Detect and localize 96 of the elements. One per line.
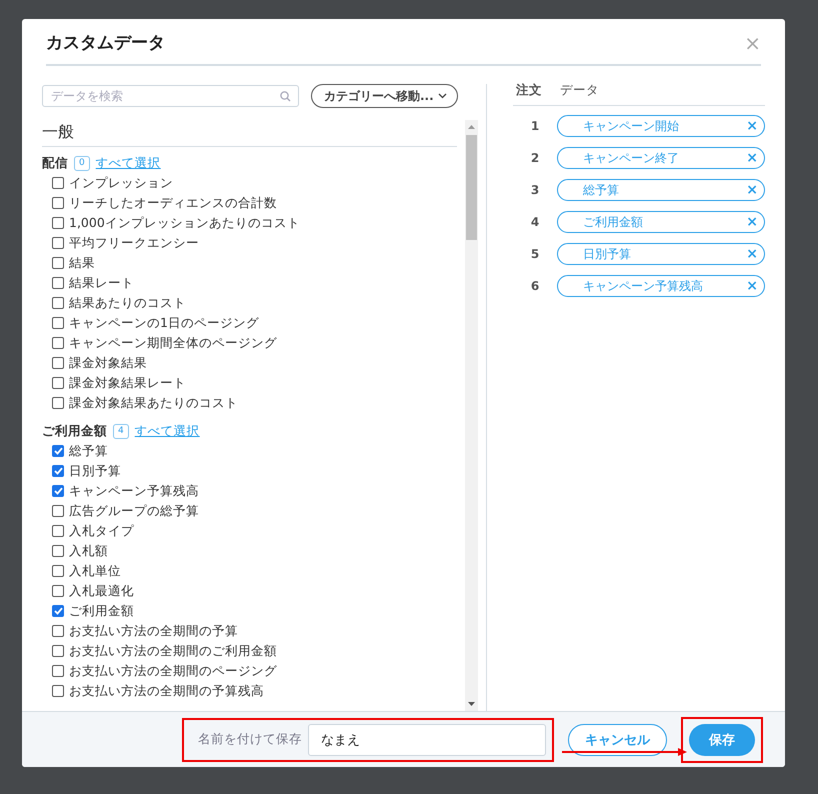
save-button[interactable]: 保存 xyxy=(689,724,755,756)
scroll-down-icon[interactable] xyxy=(468,702,475,706)
checkbox-label: 平均フリークエンシー xyxy=(69,234,199,252)
checkbox-label: 1,000インプレッションあたりのコスト xyxy=(69,214,300,232)
data-chip[interactable]: 日別予算 × xyxy=(557,243,765,265)
checkbox[interactable] xyxy=(52,625,64,637)
checkbox-label: 結果レート xyxy=(69,274,134,292)
chip-label: ご利用金額 xyxy=(583,214,643,230)
save-as-label: 名前を付けて保存 xyxy=(198,731,302,748)
checkbox-label: キャンペーン期間全体のページング xyxy=(69,334,277,352)
checkbox[interactable] xyxy=(52,545,64,557)
checkbox[interactable] xyxy=(52,317,64,329)
checkbox[interactable] xyxy=(52,485,64,497)
section-heading: 一般 xyxy=(42,120,457,147)
checkbox-label: ご利用金額 xyxy=(69,602,134,620)
order-number: 5 xyxy=(530,247,540,261)
chip-label: キャンペーン開始 xyxy=(583,118,679,134)
category-dropdown[interactable]: カテゴリーへ移動... xyxy=(311,84,458,108)
checkbox[interactable] xyxy=(52,685,64,697)
dialog-title: カスタムデータ xyxy=(46,32,165,54)
order-number: 3 xyxy=(530,183,540,197)
order-number: 2 xyxy=(530,151,540,165)
checkbox[interactable] xyxy=(52,337,64,349)
checkbox-label: キャンペーン予算残高 xyxy=(69,482,199,500)
checkbox[interactable] xyxy=(52,645,64,657)
chip-label: 日別予算 xyxy=(583,246,631,262)
group-name: 配信 xyxy=(42,154,68,172)
checkbox[interactable] xyxy=(52,377,64,389)
checkbox-label: 総予算 xyxy=(69,442,108,460)
checkbox[interactable] xyxy=(52,297,64,309)
checkbox[interactable] xyxy=(52,197,64,209)
chip-label: キャンペーン終了 xyxy=(583,150,679,166)
checkbox[interactable] xyxy=(52,505,64,517)
group-name: ご利用金額 xyxy=(42,422,107,440)
checkbox-label: 課金対象結果 xyxy=(69,354,147,372)
checkbox-label: お支払い方法の全期間の予算 xyxy=(69,622,238,640)
checkbox-label: お支払い方法の全期間のページング xyxy=(69,662,277,680)
checkbox[interactable] xyxy=(52,257,64,269)
checkbox-label: 課金対象結果あたりのコスト xyxy=(69,394,238,412)
order-number: 6 xyxy=(530,279,540,293)
checkbox[interactable] xyxy=(52,177,64,189)
caret-icon xyxy=(438,93,447,99)
select-all-link[interactable]: すべて選択 xyxy=(96,154,161,172)
checkbox[interactable] xyxy=(52,445,64,457)
checkbox-label: 入札額 xyxy=(69,542,108,560)
count-badge: 0 xyxy=(74,156,90,170)
column-header: 注文 xyxy=(516,82,542,99)
checkbox-label: キャンペーンの1日のページング xyxy=(69,314,259,332)
checkbox[interactable] xyxy=(52,525,64,537)
remove-button[interactable]: × xyxy=(746,118,758,134)
checkbox[interactable] xyxy=(52,605,64,617)
checkbox-label: 日別予算 xyxy=(69,462,121,480)
checkbox[interactable] xyxy=(52,277,64,289)
checkbox[interactable] xyxy=(52,397,64,409)
checkbox-label: お支払い方法の全期間の予算残高 xyxy=(69,682,264,700)
checkbox-label: インプレッション xyxy=(69,174,173,192)
checkbox[interactable] xyxy=(52,357,64,369)
data-chip[interactable]: キャンペーン開始 × xyxy=(557,115,765,137)
checkbox[interactable] xyxy=(52,665,64,677)
checkbox[interactable] xyxy=(52,465,64,477)
checkbox-label: 入札単位 xyxy=(69,562,121,580)
checkbox-label: 広告グループの総予算 xyxy=(69,502,199,520)
checkbox-label: 結果あたりのコスト xyxy=(69,294,186,312)
remove-button[interactable]: × xyxy=(746,182,758,198)
checkbox-label: 入札タイプ xyxy=(69,522,134,540)
checkbox[interactable] xyxy=(52,565,64,577)
cancel-button[interactable]: キャンセル xyxy=(568,724,667,756)
data-chip[interactable]: 総予算 × xyxy=(557,179,765,201)
column-header: データ xyxy=(560,82,599,99)
data-chip[interactable]: ご利用金額 × xyxy=(557,211,765,233)
checkbox-label: 課金対象結果レート xyxy=(69,374,186,392)
name-field[interactable]: なまえ xyxy=(308,724,546,756)
scrollbar-thumb[interactable] xyxy=(466,135,477,240)
search-icon xyxy=(280,91,291,102)
remove-button[interactable]: × xyxy=(746,150,758,166)
checkbox[interactable] xyxy=(52,237,64,249)
checkbox[interactable] xyxy=(52,217,64,229)
select-all-link[interactable]: すべて選択 xyxy=(134,422,200,440)
chip-label: キャンペーン予算残高 xyxy=(583,278,703,294)
chip-label: 総予算 xyxy=(583,182,619,198)
data-chip[interactable]: キャンペーン終了 × xyxy=(557,147,765,169)
checkbox-label: お支払い方法の全期間のご利用金額 xyxy=(69,642,277,660)
close-button[interactable]: × xyxy=(744,32,761,52)
remove-button[interactable]: × xyxy=(746,214,758,230)
search-field[interactable]: データを検索 xyxy=(42,85,299,107)
remove-button[interactable]: × xyxy=(746,246,758,262)
count-badge: 4 xyxy=(113,424,129,438)
order-number: 1 xyxy=(530,119,540,133)
checkbox-label: 入札最適化 xyxy=(69,582,134,600)
checkbox-label: 結果 xyxy=(69,254,95,272)
checkbox[interactable] xyxy=(52,585,64,597)
remove-button[interactable]: × xyxy=(746,278,758,294)
order-number: 4 xyxy=(530,215,540,229)
checkbox-label: リーチしたオーディエンスの合計数 xyxy=(69,194,277,212)
data-chip[interactable]: キャンペーン予算残高 × xyxy=(557,275,765,297)
scrollbar[interactable] xyxy=(465,120,478,711)
